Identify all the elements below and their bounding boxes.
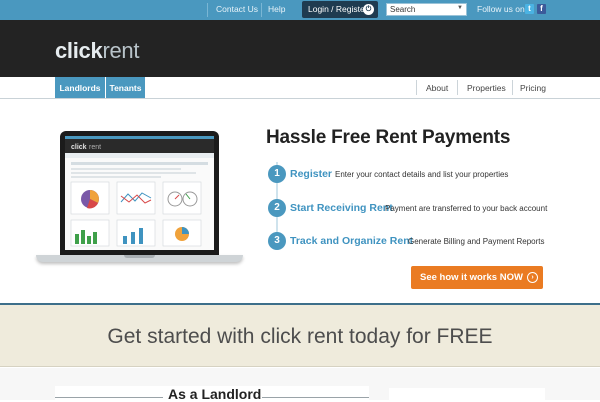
search-select[interactable]: Search ▼ [386, 3, 467, 16]
tab-tenants[interactable]: Tenants [106, 77, 145, 98]
tab-landlords[interactable]: Landlords [55, 77, 105, 98]
clickrent-logo[interactable]: clickrent [55, 38, 139, 64]
arrow-right-icon: › [527, 272, 538, 283]
dropdown-arrow-icon: ▼ [457, 5, 463, 11]
landlord-title-rule-right [262, 397, 369, 398]
screen-logo-light: rent [89, 144, 101, 151]
follow-us-label: Follow us on [477, 4, 525, 14]
nav-separator [416, 80, 417, 95]
laptop-screenshot-image: click rent [36, 131, 243, 266]
nav-pricing[interactable]: Pricing [520, 83, 546, 93]
login-register-label: Login / Register [308, 4, 368, 14]
nav-separator [512, 80, 513, 95]
landlord-title-rule-left [55, 397, 163, 398]
laptop-bezel: click rent [60, 131, 219, 255]
step-3-number: 3 [268, 232, 286, 250]
logo-light-text: rent [102, 38, 140, 63]
cta-label: See how it works NOW [420, 272, 523, 283]
dashboard-preview-graphic: click rent [65, 136, 214, 247]
step-2-number: 2 [268, 199, 286, 217]
laptop-base [36, 255, 243, 262]
laptop-notch [124, 255, 155, 258]
facebook-icon[interactable]: f [537, 4, 546, 14]
contact-us-link[interactable]: Contact Us [216, 4, 258, 14]
step-3-title[interactable]: Track and Organize Rent [290, 235, 413, 247]
nav-properties[interactable]: Properties [467, 83, 506, 93]
login-register-button[interactable]: Login / Register ⏻ [302, 1, 378, 18]
main-nav: Landlords Tenants About Properties Prici… [0, 77, 600, 99]
logo-bold-text: click [55, 38, 103, 63]
nav-separator [457, 80, 458, 95]
laptop-screen: click rent [65, 136, 214, 250]
topbar-separator [207, 3, 208, 17]
screen-logo-bold: click [71, 144, 87, 151]
step-1-title[interactable]: Register [290, 168, 332, 180]
power-icon: ⏻ [363, 4, 374, 15]
banner-text[interactable]: Get started with click rent today for FR… [0, 325, 600, 349]
search-select-value: Search [390, 5, 416, 14]
step-3-description: Generate Billing and Payment Reports [408, 237, 545, 246]
help-link[interactable]: Help [268, 4, 285, 14]
get-started-banner: Get started with click rent today for FR… [0, 305, 600, 367]
site-header: clickrent [0, 20, 600, 77]
top-utility-bar: Contact Us Help Login / Register ⏻ Searc… [0, 0, 600, 20]
twitter-icon[interactable]: t [525, 4, 534, 14]
topbar-separator [261, 3, 262, 17]
nav-about[interactable]: About [426, 83, 448, 93]
side-panel [389, 388, 545, 400]
see-how-it-works-button[interactable]: See how it works NOW › [411, 266, 543, 289]
step-1-number: 1 [268, 165, 286, 183]
step-1-description: Enter your contact details and list your… [335, 170, 509, 179]
step-2-title[interactable]: Start Receiving Rent [290, 202, 393, 214]
hero-title: Hassle Free Rent Payments [266, 127, 511, 148]
step-2-description: Payment are transferred to your back acc… [385, 204, 548, 213]
